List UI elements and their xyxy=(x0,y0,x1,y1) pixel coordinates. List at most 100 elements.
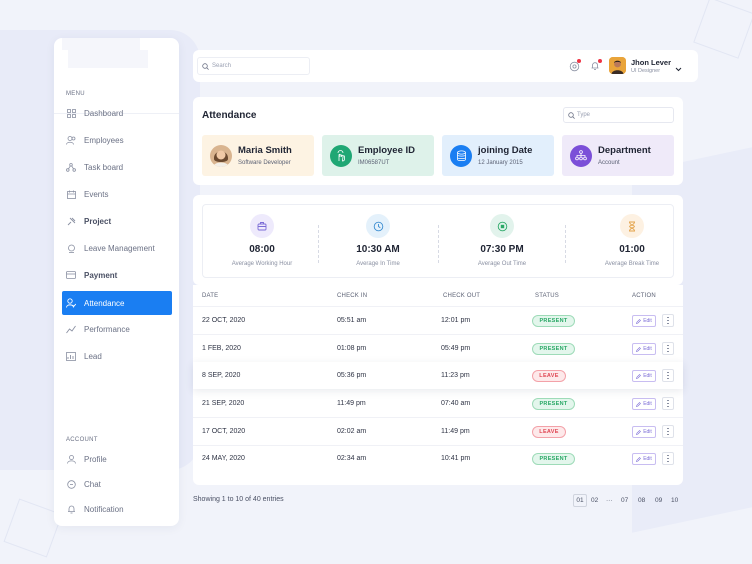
sidebar-item-label: Employees xyxy=(84,135,124,145)
chat-icon xyxy=(66,479,76,489)
stat-out-time: 07:30 PM Average Out Time xyxy=(443,205,561,279)
avatar xyxy=(210,144,232,167)
edit-button[interactable]: Edit xyxy=(632,426,656,438)
user-name[interactable]: Jhon Lever xyxy=(631,58,671,67)
topbar: Search Jhon Lever UI Designer xyxy=(193,50,698,82)
edit-button[interactable]: Edit xyxy=(632,343,656,355)
sidebar-item-label: Lead xyxy=(84,351,102,361)
stat-in-time: 10:30 AM Average In Time xyxy=(319,205,437,279)
table-row: 21 SEP, 2020 11:49 pm 07:40 am PRESENT E… xyxy=(193,390,683,417)
type-input[interactable]: Type xyxy=(563,107,674,123)
stats-card: 08:00 Average Working Hour 10:30 AM Aver… xyxy=(193,195,683,285)
column-header-date[interactable]: DATE xyxy=(202,293,218,299)
sidebar-item-leave-management[interactable]: Leave Management xyxy=(62,237,172,259)
joining-date-value: 12 January 2015 xyxy=(478,160,523,166)
page-button-08[interactable]: 08 xyxy=(638,494,645,507)
status-badge: PRESENT xyxy=(532,453,575,465)
stat-label: Average Working Hour xyxy=(231,261,293,267)
department-card: Department Account xyxy=(562,135,674,176)
sidebar-item-attendance[interactable]: Attendance xyxy=(62,291,172,315)
check-in-cell: 02:02 am xyxy=(337,428,367,435)
more-options-button[interactable] xyxy=(662,342,674,355)
sidebar-item-project[interactable]: Project xyxy=(62,210,172,232)
profile-icon xyxy=(66,454,76,464)
more-options-button[interactable] xyxy=(662,425,674,438)
column-header-status[interactable]: STATUS xyxy=(535,293,559,299)
divider xyxy=(438,225,439,263)
users-icon xyxy=(66,135,76,145)
employee-name-card: Maria Smith Software Developer xyxy=(202,135,314,176)
bell-icon[interactable] xyxy=(588,59,602,73)
column-header-action: ACTION xyxy=(632,293,656,299)
avatar[interactable] xyxy=(609,57,626,74)
more-options-button[interactable] xyxy=(662,397,674,410)
type-placeholder: Type xyxy=(577,112,591,118)
page-title: Attendance xyxy=(202,110,257,121)
stat-value: 07:30 PM xyxy=(480,244,524,255)
edit-label: Edit xyxy=(643,401,652,407)
table-row: 22 OCT, 2020 05:51 am 12:01 pm PRESENT E… xyxy=(193,307,683,334)
column-header-check-in[interactable]: CHECK IN xyxy=(337,293,367,299)
page-button-07[interactable]: 07 xyxy=(621,494,628,507)
page-button-02[interactable]: 02 xyxy=(591,494,598,507)
stop-icon xyxy=(490,214,514,238)
sidebar-item-dashboard[interactable]: Dashboard xyxy=(62,102,172,124)
department-label: Department xyxy=(598,145,651,156)
column-header-check-out[interactable]: CHECK OUT xyxy=(443,293,480,299)
sidebar-item-taskboard[interactable]: Task board xyxy=(62,156,172,178)
joining-date-label: joining Date xyxy=(478,145,533,156)
status-badge: LEAVE xyxy=(532,370,566,382)
sidebar-item-label: Attendance xyxy=(84,298,125,308)
sidebar-item-employees[interactable]: Employees xyxy=(62,129,172,151)
database-icon xyxy=(450,144,472,167)
employee-id-label: Employee ID xyxy=(358,145,416,156)
sidebar-item-chat[interactable]: Chat xyxy=(62,473,172,495)
sidebar-item-events[interactable]: Events xyxy=(62,183,172,205)
logo-placeholder xyxy=(62,38,172,70)
menu-heading: MENU xyxy=(66,91,85,97)
sidebar-item-lead[interactable]: Lead xyxy=(62,345,172,367)
page-button-09[interactable]: 09 xyxy=(655,494,662,507)
edit-button[interactable]: Edit xyxy=(632,370,656,382)
edit-label: Edit xyxy=(643,373,652,379)
project-icon xyxy=(66,216,76,226)
edit-label: Edit xyxy=(643,318,652,324)
page-button-01[interactable]: 01 xyxy=(573,494,587,507)
pencil-icon xyxy=(636,373,642,379)
sidebar-item-performance[interactable]: Performance xyxy=(62,318,172,340)
more-options-button[interactable] xyxy=(662,369,674,382)
pencil-icon xyxy=(636,429,642,435)
entries-summary: Showing 1 to 10 of 40 entries xyxy=(193,496,284,503)
sidebar-item-label: Dashboard xyxy=(84,108,124,118)
edit-button[interactable]: Edit xyxy=(632,453,656,465)
more-options-button[interactable] xyxy=(662,314,674,327)
more-options-button[interactable] xyxy=(662,452,674,465)
sidebar-item-label: Profile xyxy=(84,454,107,464)
stat-label: Average Break Time xyxy=(604,261,660,267)
page-button-10[interactable]: 10 xyxy=(671,494,678,507)
settings-icon[interactable] xyxy=(567,59,581,73)
search-input[interactable]: Search xyxy=(197,57,310,75)
edit-button[interactable]: Edit xyxy=(632,398,656,410)
sidebar-item-label: Chat xyxy=(84,479,101,489)
lead-icon xyxy=(66,351,76,361)
clock-icon xyxy=(366,214,390,238)
sidebar-item-label: Leave Management xyxy=(84,243,155,253)
leave-icon xyxy=(66,243,76,253)
check-out-cell: 12:01 pm xyxy=(441,317,471,324)
page-ellipsis: ··· xyxy=(606,497,613,504)
edit-button[interactable]: Edit xyxy=(632,315,656,327)
table-row: 8 SEP, 2020 05:36 pm 11:23 pm LEAVE Edit xyxy=(193,362,683,389)
stat-value: 10:30 AM xyxy=(356,244,400,255)
sidebar-item-profile[interactable]: Profile xyxy=(62,448,172,470)
sidebar-item-notification[interactable]: Notification xyxy=(62,498,172,520)
chevron-down-icon[interactable] xyxy=(675,59,682,77)
sidebar-item-label: Notification xyxy=(84,504,124,514)
sidebar-item-label: Project xyxy=(84,216,112,226)
hourglass-icon xyxy=(620,214,644,238)
stat-working-hour: 08:00 Average Working Hour xyxy=(203,205,321,279)
calendar-icon xyxy=(66,189,76,199)
payment-icon xyxy=(66,270,76,280)
sidebar-item-payment[interactable]: Payment xyxy=(62,264,172,286)
stats-panel: 08:00 Average Working Hour 10:30 AM Aver… xyxy=(202,204,674,278)
